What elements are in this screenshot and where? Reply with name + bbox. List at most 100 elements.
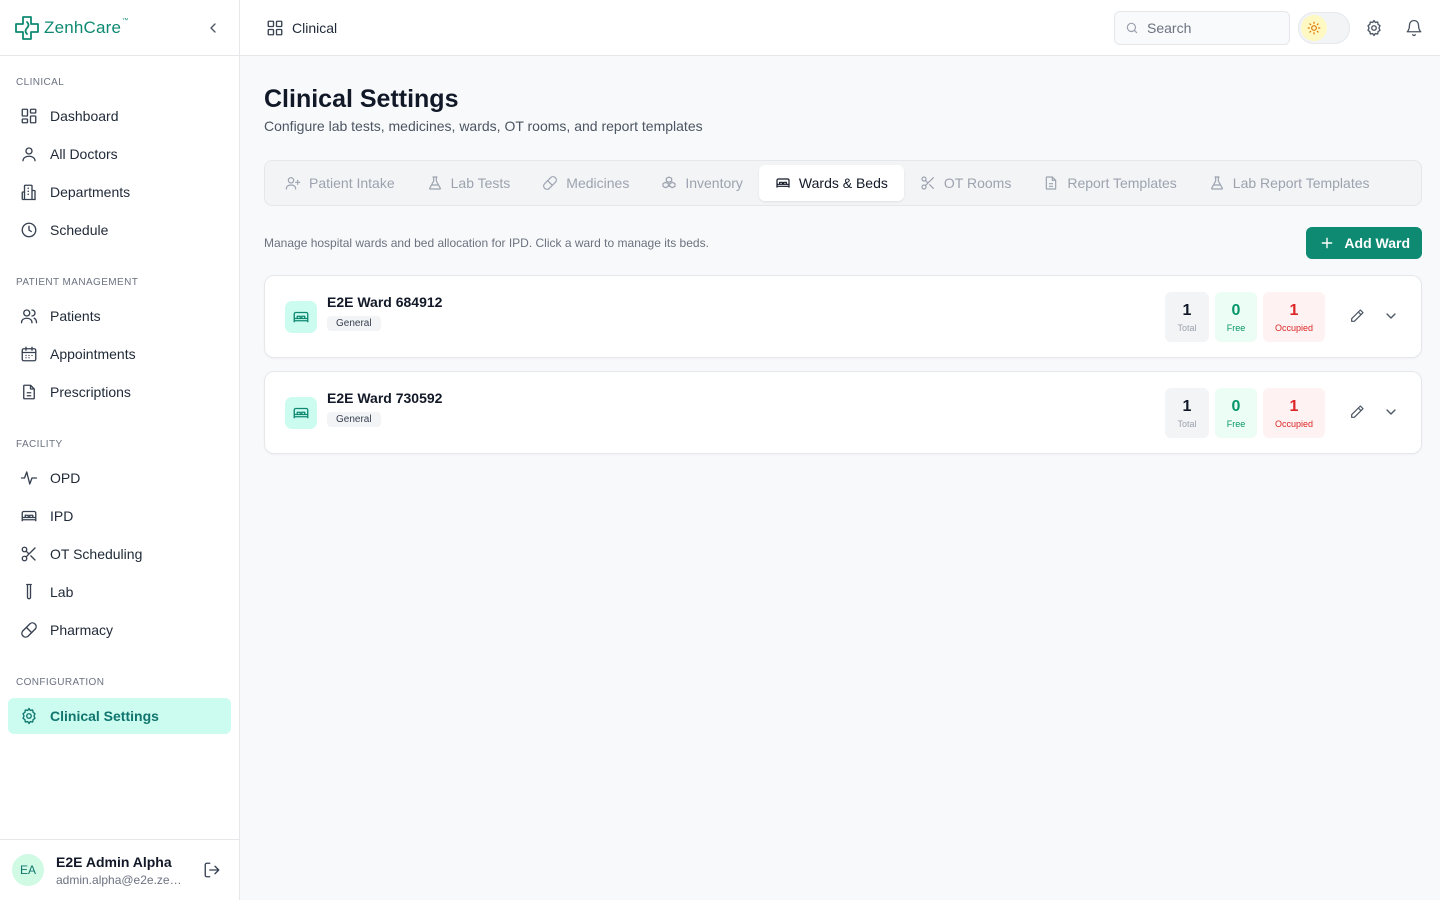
ward-type-badge: General xyxy=(327,412,381,427)
tab-medicines[interactable]: Medicines xyxy=(526,165,645,201)
user-email: admin.alpha@e2e.zenhcare.com xyxy=(56,872,186,887)
document-icon xyxy=(1046,176,1057,190)
page-title: Clinical Settings xyxy=(264,85,459,113)
bed-icon xyxy=(21,510,37,522)
stat-occupied-value: 1 xyxy=(1289,301,1299,319)
logout-icon[interactable] xyxy=(203,861,221,879)
flask-icon xyxy=(1210,176,1223,190)
sidebar-item-schedule[interactable]: Schedule xyxy=(8,212,231,248)
search-input[interactable] xyxy=(1147,20,1277,36)
stat-total-value: 1 xyxy=(1182,397,1192,415)
user-name: E2E Admin Alpha xyxy=(56,853,172,870)
ward-icon xyxy=(285,300,317,333)
user-icon xyxy=(22,147,36,162)
sidebar-item-clinical-settings[interactable]: Clinical Settings xyxy=(8,698,231,734)
pill-icon xyxy=(21,622,37,638)
building-icon xyxy=(21,184,36,201)
chevron-down-icon[interactable] xyxy=(1383,404,1399,420)
brand[interactable]: ZenhCare™ xyxy=(0,0,239,56)
stat-free-label: Free xyxy=(1226,418,1246,429)
sidebar-item-label: Lab xyxy=(50,584,74,600)
nav-section-patient-management: PATIENT MANAGEMENT xyxy=(16,277,139,288)
sidebar-item-ot-scheduling[interactable]: OT Scheduling xyxy=(8,536,231,572)
activity-icon xyxy=(20,471,38,485)
sidebar-item-label: Departments xyxy=(50,184,131,200)
user-plus-icon xyxy=(285,177,301,190)
ward-icon xyxy=(285,396,317,429)
grid-icon xyxy=(267,20,283,35)
chevron-left-icon[interactable] xyxy=(205,20,221,36)
wards-toolbar: Manage hospital wards and bed allocation… xyxy=(264,227,1422,259)
stat-free-value: 0 xyxy=(1231,301,1241,319)
sidebar-item-appointments[interactable]: Appointments xyxy=(8,336,231,372)
sidebar-item-label: All Doctors xyxy=(50,146,118,162)
bell-icon[interactable] xyxy=(1405,19,1423,37)
sidebar-item-prescriptions[interactable]: Prescriptions xyxy=(8,374,231,410)
search-box xyxy=(1114,11,1290,45)
scissors-icon xyxy=(21,546,36,562)
pencil-icon[interactable] xyxy=(1349,404,1365,420)
stat-free: 0 Free xyxy=(1215,292,1257,342)
stat-occupied-value: 1 xyxy=(1289,397,1299,415)
ward-name: E2E Ward 730592 xyxy=(327,390,443,406)
tab-ot-rooms[interactable]: OT Rooms xyxy=(904,165,1027,201)
chevron-down-icon[interactable] xyxy=(1383,308,1399,324)
user-profile: EA E2E Admin Alpha admin.alpha@e2e.zenhc… xyxy=(0,839,239,900)
nav-section-facility: FACILITY xyxy=(16,439,63,450)
add-ward-button[interactable]: Add Ward xyxy=(1306,227,1422,259)
sidebar-item-label: OPD xyxy=(50,470,81,486)
sidebar-item-pharmacy[interactable]: Pharmacy xyxy=(8,612,231,648)
stat-total: 1 Total xyxy=(1165,388,1209,438)
tab-report-templates[interactable]: Report Templates xyxy=(1027,165,1192,201)
ward-name: E2E Ward 684912 xyxy=(327,294,443,310)
nav-section-clinical: CLINICAL xyxy=(16,77,65,88)
avatar[interactable]: EA xyxy=(12,854,44,886)
ward-info: E2E Ward 684912 General xyxy=(327,294,442,331)
tab-label: Lab Report Templates xyxy=(1232,175,1370,191)
sidebar-item-lab[interactable]: Lab xyxy=(8,574,231,610)
settings-gear-icon[interactable] xyxy=(1365,19,1383,37)
sidebar-item-all-doctors[interactable]: All Doctors xyxy=(8,136,231,172)
sidebar-item-patients[interactable]: Patients xyxy=(8,298,231,334)
tab-label: Lab Tests xyxy=(450,175,511,191)
sun-icon xyxy=(1307,21,1321,35)
wards-helper-text: Manage hospital wards and bed allocation… xyxy=(264,236,709,250)
tab-label: Report Templates xyxy=(1067,175,1177,191)
scissors-icon xyxy=(921,176,934,190)
sidebar-item-label: Appointments xyxy=(50,346,136,362)
tab-patient-intake[interactable]: Patient Intake xyxy=(269,165,411,201)
page-subtitle: Configure lab tests, medicines, wards, O… xyxy=(264,118,703,134)
tab-label: Wards & Beds xyxy=(798,175,888,191)
tab-wards-beds[interactable]: Wards & Beds xyxy=(758,165,904,201)
tab-lab-tests[interactable]: Lab Tests xyxy=(411,165,527,201)
ward-card[interactable]: E2E Ward 730592 General 1 Total 0 Free 1… xyxy=(264,371,1422,454)
users-icon xyxy=(20,309,38,324)
bed-icon xyxy=(293,311,309,322)
nav-section-configuration: CONFIGURATION xyxy=(16,677,105,688)
bed-icon xyxy=(293,407,309,418)
sidebar-item-label: Dashboard xyxy=(50,108,119,124)
stat-total-label: Total xyxy=(1177,418,1197,429)
theme-toggle[interactable] xyxy=(1298,12,1350,44)
tab-label: Patient Intake xyxy=(309,175,395,191)
stat-occupied-label: Occupied xyxy=(1274,322,1314,333)
tab-inventory[interactable]: Inventory xyxy=(645,165,759,201)
sidebar-item-label: Schedule xyxy=(50,222,109,238)
tab-label: Medicines xyxy=(566,175,630,191)
sidebar-item-label: Clinical Settings xyxy=(50,708,159,724)
breadcrumb: Clinical xyxy=(266,19,337,37)
sidebar-item-opd[interactable]: OPD xyxy=(8,460,231,496)
topbar: Clinical xyxy=(240,0,1440,56)
ward-card[interactable]: E2E Ward 684912 General 1 Total 0 Free 1… xyxy=(264,275,1422,358)
gear-icon xyxy=(22,707,36,725)
sidebar-item-dashboard[interactable]: Dashboard xyxy=(8,98,231,134)
stat-total-value: 1 xyxy=(1182,301,1192,319)
stat-occupied: 1 Occupied xyxy=(1263,292,1325,342)
flask-icon xyxy=(428,176,441,190)
sidebar-item-departments[interactable]: Departments xyxy=(8,174,231,210)
tab-lab-report-templates[interactable]: Lab Report Templates xyxy=(1193,165,1386,201)
stat-free: 0 Free xyxy=(1215,388,1257,438)
sidebar-item-ipd[interactable]: IPD xyxy=(8,498,231,534)
brand-trademark: ™ xyxy=(122,17,129,24)
pencil-icon[interactable] xyxy=(1349,308,1365,324)
